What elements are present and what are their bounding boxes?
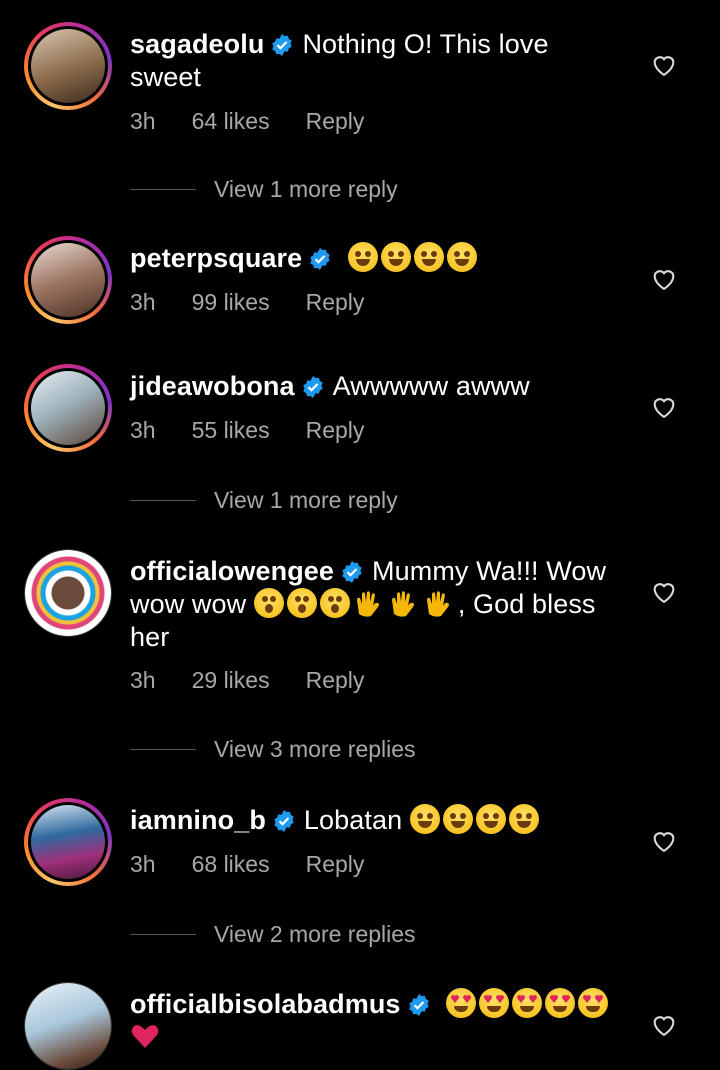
heart-eyes-emoji-icon [545, 988, 576, 1018]
reply-button[interactable]: Reply [306, 667, 365, 693]
reply-button[interactable]: Reply [306, 289, 365, 315]
view-more-replies[interactable]: View 2 more replies [130, 921, 416, 948]
comment-text: Mummy Wa!!! Wow [372, 556, 607, 586]
avatar[interactable] [24, 364, 112, 452]
username[interactable]: peterpsquare [130, 243, 302, 273]
tears-of-joy-emoji-icon [347, 242, 378, 272]
tears-of-joy-emoji-icon [413, 242, 444, 272]
laugh-emoji-group [340, 242, 480, 273]
like-heart-icon[interactable] [650, 578, 678, 606]
avatar[interactable] [24, 549, 112, 637]
comment-time: 3h [130, 108, 156, 134]
comment-text-cont: her [130, 622, 170, 652]
comment-text: Nothing O! This love [302, 29, 549, 59]
heart-eyes-emoji-icon [578, 988, 609, 1018]
comment-time: 3h [130, 417, 156, 443]
comment-time: 3h [130, 667, 156, 693]
username[interactable]: officialowengee [130, 556, 334, 586]
view-more-replies[interactable]: View 1 more reply [130, 487, 398, 514]
clapping-hands-emoji-icon [356, 591, 379, 617]
tears-of-joy-emoji-icon [409, 804, 440, 834]
clapping-hands-emoji-icon [426, 591, 449, 617]
avatar[interactable] [24, 22, 112, 110]
comment-text-suffix: , God bless [457, 589, 596, 619]
avatar[interactable] [24, 982, 112, 1070]
heart-eyes-emoji-icon [512, 988, 543, 1018]
verified-badge-icon [302, 376, 323, 398]
username[interactable]: officialbisolabadmus [130, 989, 401, 1019]
like-heart-icon[interactable] [650, 265, 678, 293]
verified-badge-icon [274, 810, 294, 832]
avatar[interactable] [24, 798, 112, 886]
comment-text: Lobatan [303, 805, 403, 835]
clapping-hands-emoji-icon [391, 591, 414, 617]
tears-of-joy-emoji-icon [442, 804, 473, 834]
comment-text: Awwwww awww [332, 371, 530, 401]
tears-of-joy-emoji-icon [508, 804, 539, 834]
avatar[interactable] [24, 236, 112, 324]
tears-of-joy-emoji-icon [446, 242, 477, 272]
view-more-replies[interactable]: View 3 more replies [130, 736, 416, 763]
heart-eyes-emoji-icon [479, 988, 510, 1018]
likes-count[interactable]: 99 likes [192, 289, 270, 315]
comment-text-cont: sweet [130, 62, 202, 92]
like-heart-icon[interactable] [650, 51, 678, 79]
like-heart-icon[interactable] [650, 1011, 678, 1039]
astonished-face-emoji-icon [253, 588, 284, 618]
reply-button[interactable]: Reply [306, 108, 365, 134]
verified-badge-icon [272, 34, 293, 56]
tears-of-joy-emoji-icon [380, 242, 411, 272]
reply-button[interactable]: Reply [306, 417, 365, 443]
username[interactable]: iamnino_b [130, 805, 266, 835]
astonished-face-emoji-icon [319, 588, 350, 618]
like-heart-icon[interactable] [650, 827, 678, 855]
comment-time: 3h [130, 851, 156, 877]
heart-eyes-emoji-icon [446, 988, 477, 1018]
likes-count[interactable]: 64 likes [192, 108, 270, 134]
verified-badge-icon [342, 561, 362, 583]
verified-badge-icon [310, 248, 330, 270]
username[interactable]: sagadeolu [130, 29, 264, 59]
astonished-face-emoji-icon [286, 588, 317, 618]
likes-count[interactable]: 55 likes [192, 417, 270, 443]
view-more-replies[interactable]: View 1 more reply [130, 176, 398, 203]
comment-time: 3h [130, 289, 156, 315]
tears-of-joy-emoji-icon [475, 804, 506, 834]
reply-button[interactable]: Reply [306, 851, 365, 877]
red-heart-emoji-icon [131, 1025, 159, 1048]
likes-count[interactable]: 68 likes [192, 851, 270, 877]
like-heart-icon[interactable] [650, 393, 678, 421]
likes-count[interactable]: 29 likes [192, 667, 270, 693]
verified-badge-icon [408, 994, 429, 1016]
username[interactable]: jideawobona [130, 371, 295, 401]
comment-text-cont: wow wow [130, 589, 247, 619]
heart-eyes-emoji-group [439, 988, 612, 1019]
